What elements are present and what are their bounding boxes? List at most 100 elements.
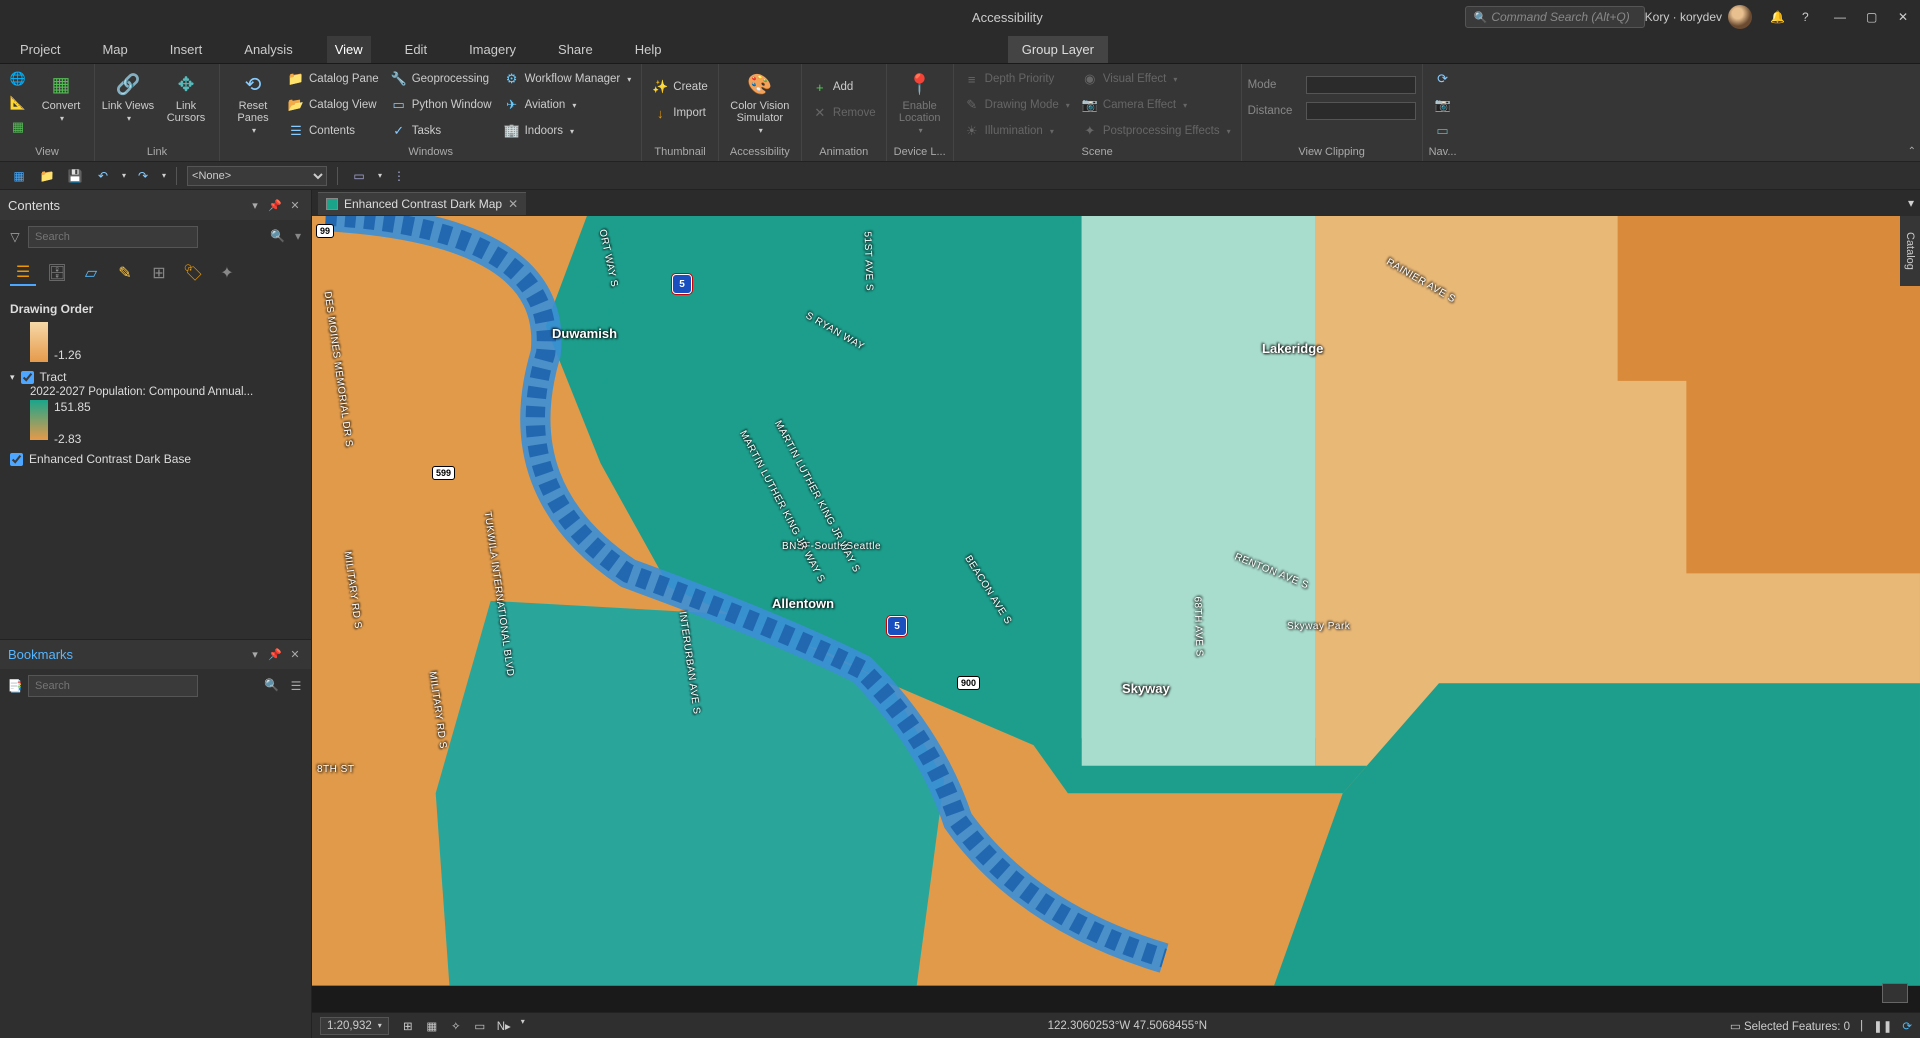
qat-open-icon[interactable]: 📁 [36, 166, 58, 186]
tasks-button[interactable]: ✓Tasks [387, 120, 496, 142]
catalog-tab[interactable]: Catalog [1900, 216, 1920, 286]
contents-button[interactable]: ☰Contents [284, 120, 383, 142]
link-cursors-button[interactable]: ✥ Link Cursors [159, 68, 213, 124]
illumination-button[interactable]: ☀Illumination▾ [960, 120, 1074, 142]
python-window-button[interactable]: ▭Python Window [387, 94, 496, 116]
base-label[interactable]: Enhanced Contrast Dark Base [29, 452, 191, 466]
toc-source-icon[interactable]: 🗄 [44, 260, 70, 286]
bookmarks-pin-icon[interactable]: 📌 [267, 647, 283, 663]
nav-bookmark-icon[interactable]: ▭ [1431, 120, 1455, 142]
qat-undo-icon[interactable]: ↶ [92, 166, 114, 186]
help-icon[interactable]: ? [1802, 10, 1816, 24]
command-search[interactable]: 🔍 Command Search (Alt+Q) [1465, 6, 1645, 28]
map-tab[interactable]: Enhanced Contrast Dark Map ✕ [318, 192, 526, 215]
qat-new-icon[interactable]: ▦ [8, 166, 30, 186]
toc-list-icon[interactable]: ☰ [10, 260, 36, 286]
chevron-down-icon[interactable]: ▾ [295, 229, 301, 243]
qat-more-icon[interactable]: ⋮ [388, 166, 410, 186]
toc-perspective-icon[interactable]: ✦ [214, 260, 240, 286]
sb-pause2-icon[interactable]: ❚❚ [1873, 1019, 1892, 1033]
contents-search-input[interactable] [28, 226, 198, 248]
quick-access-toolbar: ▦ 📁 💾 ↶▾ ↷▾ <None> ▭▾ ⋮ [0, 162, 1920, 190]
maximize-icon[interactable]: ▢ [1866, 10, 1880, 24]
convert-button[interactable]: ▦ Convert ▾ [34, 68, 88, 123]
context-tab-group-layer[interactable]: Group Layer [1008, 36, 1108, 63]
aviation-button[interactable]: ✈Aviation▾ [500, 94, 636, 116]
ribbon-collapse-icon[interactable]: ⌃ [1908, 146, 1916, 157]
remove-animation-button[interactable]: ✕Remove [808, 102, 880, 124]
sb-pause-icon[interactable]: N▸ [495, 1017, 513, 1035]
globe-icon[interactable]: 🌐 [6, 68, 30, 90]
minimize-icon[interactable]: — [1834, 10, 1848, 24]
tab-project[interactable]: Project [12, 36, 68, 63]
toc-selection-icon[interactable]: ▱ [78, 260, 104, 286]
visual-effect-button[interactable]: ◉Visual Effect▾ [1078, 68, 1235, 90]
map-tab-close-icon[interactable]: ✕ [508, 197, 518, 211]
bookmarks-list-icon[interactable]: 📑 [6, 675, 24, 697]
indoors-button[interactable]: 🏢Indoors▾ [500, 120, 636, 142]
sb-snap-icon[interactable]: ✧ [447, 1017, 465, 1035]
tab-edit[interactable]: Edit [397, 36, 435, 63]
postprocessing-button[interactable]: ✦Postprocessing Effects▾ [1078, 120, 1235, 142]
tab-share[interactable]: Share [550, 36, 601, 63]
tab-analysis[interactable]: Analysis [236, 36, 300, 63]
sb-dyntext-icon[interactable]: ▭ [471, 1017, 489, 1035]
link-views-button[interactable]: 🔗 Link Views▾ [101, 68, 155, 123]
panel-pin-icon[interactable]: 📌 [267, 197, 283, 213]
add-animation-button[interactable]: +Add [808, 76, 880, 98]
geoprocessing-button[interactable]: 🔧Geoprocessing [387, 68, 496, 90]
toc-edit-icon[interactable]: ✎ [112, 260, 138, 286]
qat-save-icon[interactable]: 💾 [64, 166, 86, 186]
workflow-manager-button[interactable]: ⚙Workflow Manager▾ [500, 68, 636, 90]
distance-input[interactable] [1306, 102, 1416, 120]
depth-priority-button[interactable]: ≡Depth Priority [960, 68, 1074, 90]
base-checkbox[interactable] [10, 453, 23, 466]
sb-grid-icon[interactable]: ⊞ [399, 1017, 417, 1035]
sb-grid2-icon[interactable]: ▦ [423, 1017, 441, 1035]
tab-help[interactable]: Help [627, 36, 670, 63]
map-view[interactable]: Duwamish Allentown Lakeridge Skyway Skyw… [312, 216, 1920, 1038]
navigator-icon[interactable] [1882, 983, 1908, 1003]
nav-sync-icon[interactable]: ⟳ [1431, 68, 1455, 90]
drawing-mode-button[interactable]: ✎Drawing Mode▾ [960, 94, 1074, 116]
user-label[interactable]: Kory · korydev [1645, 5, 1752, 29]
aviation-icon: ✈ [504, 97, 520, 113]
color-vision-simulator-button[interactable]: 🎨 Color Vision Simulator▾ [725, 68, 795, 135]
mode-input[interactable] [1306, 76, 1416, 94]
filter-icon[interactable]: ▽ [6, 226, 24, 248]
ruler-icon[interactable]: 📐 [6, 92, 30, 114]
catalog-view-button[interactable]: 📂Catalog View [284, 94, 383, 116]
qat-selection-dropdown[interactable]: <None> [187, 166, 327, 186]
tab-view[interactable]: View [327, 36, 371, 63]
sb-refresh-icon[interactable]: ⟳ [1902, 1019, 1912, 1033]
bookmarks-search-input[interactable] [28, 675, 198, 697]
catalog-pane-button[interactable]: 📁Catalog Pane [284, 68, 383, 90]
qat-select-icon[interactable]: ▭ [348, 166, 370, 186]
enable-location-button[interactable]: 📍 Enable Location▾ [893, 68, 947, 135]
bell-icon[interactable]: 🔔 [1770, 10, 1784, 24]
bookmarks-dropdown-icon[interactable]: ▾ [247, 647, 263, 663]
tab-map[interactable]: Map [94, 36, 135, 63]
toc-snap-icon[interactable]: ⊞ [146, 260, 172, 286]
scale-selector[interactable]: 1:20,932 ▾ [320, 1017, 389, 1035]
nav-camera-icon[interactable]: 📷 [1431, 94, 1455, 116]
layer-icon[interactable]: ▦ [6, 116, 30, 138]
create-thumbnail-button[interactable]: ✨Create [648, 76, 712, 98]
toc-label-icon[interactable]: 🏷 [180, 260, 206, 286]
bookmarks-close-icon[interactable]: ✕ [287, 647, 303, 663]
panel-close-icon[interactable]: ✕ [287, 197, 303, 213]
map-tabbar-dropdown-icon[interactable]: ▾ [1908, 196, 1914, 210]
reset-panes-button[interactable]: ⟲ Reset Panes▾ [226, 68, 280, 135]
tab-imagery[interactable]: Imagery [461, 36, 524, 63]
import-thumbnail-button[interactable]: ↓Import [648, 102, 712, 124]
camera-effect-button[interactable]: 📷Camera Effect▾ [1078, 94, 1235, 116]
collapse-icon[interactable]: ▾ [10, 372, 15, 383]
selected-features-label[interactable]: ▭ Selected Features: 0 [1730, 1019, 1850, 1033]
tab-insert[interactable]: Insert [162, 36, 211, 63]
tract-label[interactable]: Tract [40, 370, 67, 384]
qat-redo-icon[interactable]: ↷ [132, 166, 154, 186]
panel-dropdown-icon[interactable]: ▾ [247, 197, 263, 213]
close-icon[interactable]: ✕ [1898, 10, 1912, 24]
tract-checkbox[interactable] [21, 371, 34, 384]
bookmarks-menu-icon[interactable]: ☰ [287, 675, 305, 697]
